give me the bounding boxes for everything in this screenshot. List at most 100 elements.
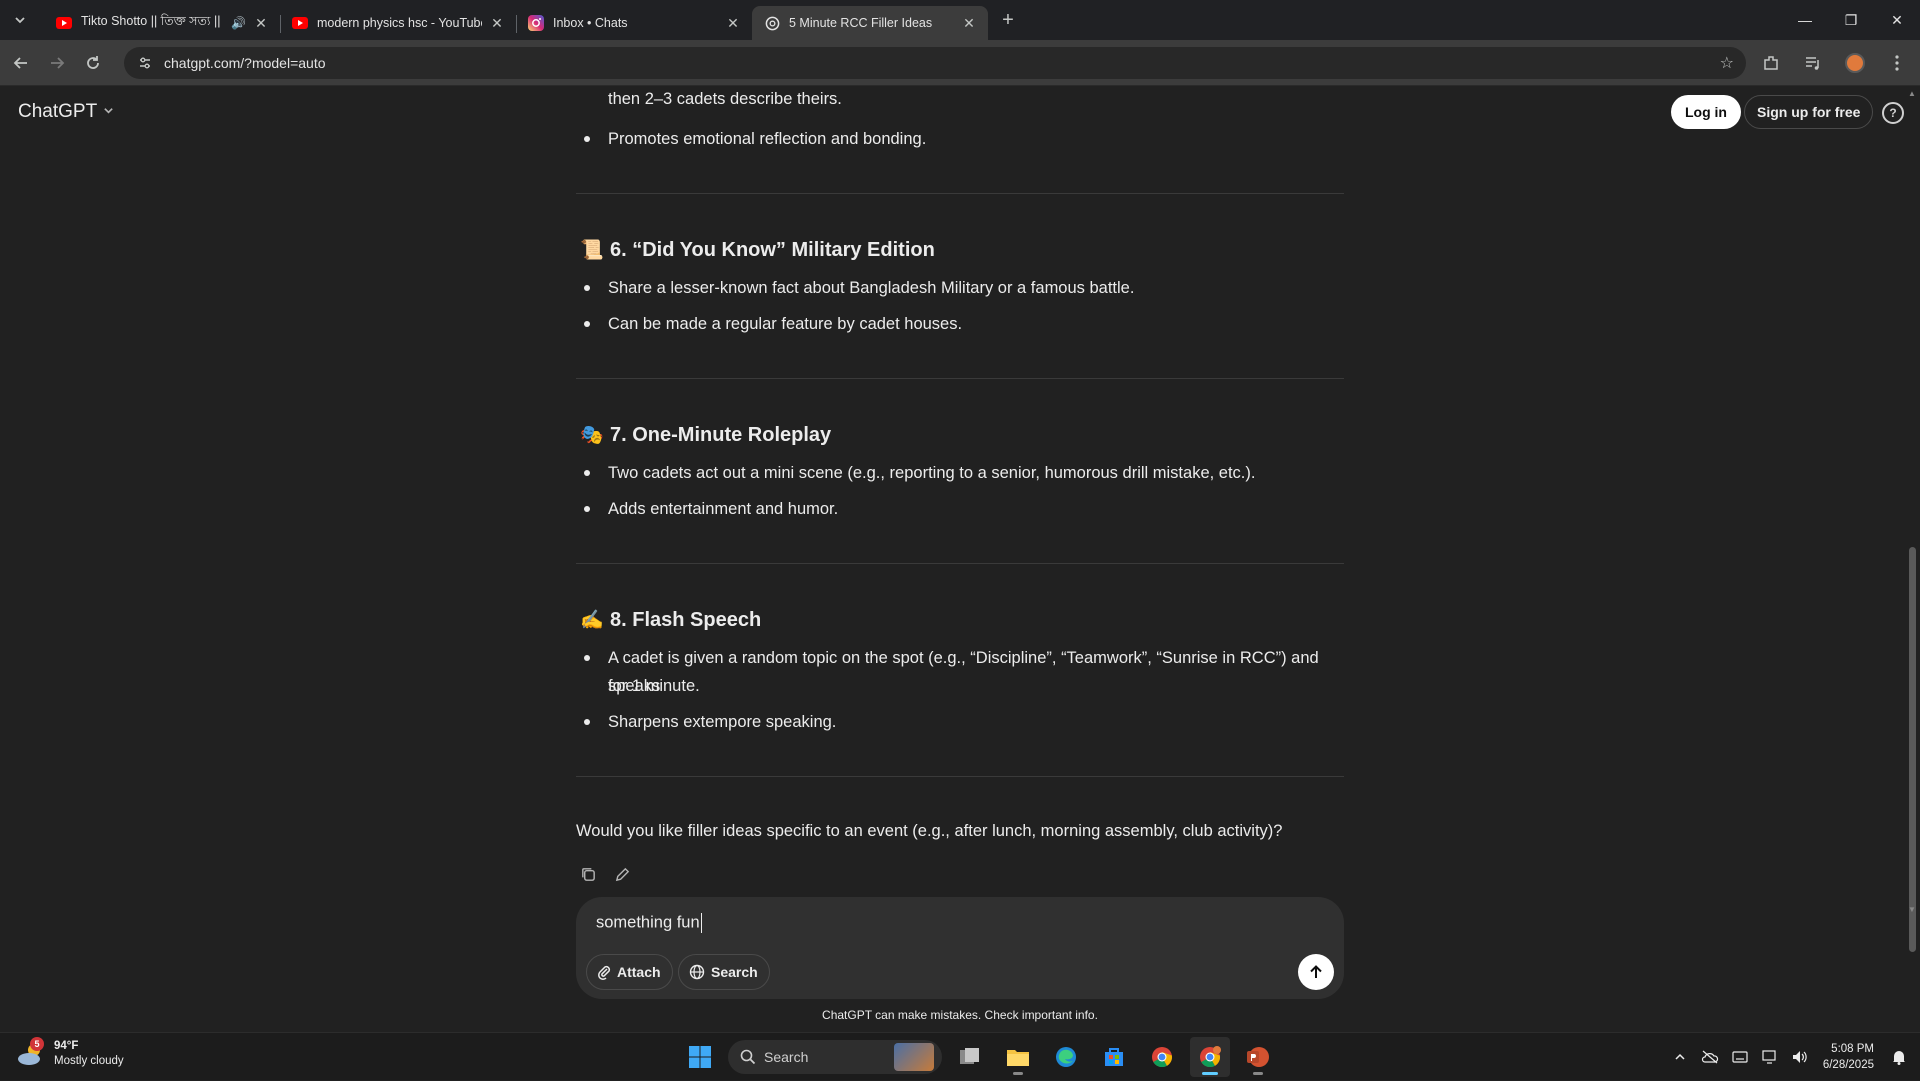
tab-title: 5 Minute RCC Filler Ideas — [789, 16, 933, 30]
list-item-continuation: for 1 minute. — [608, 677, 700, 695]
attach-label: Attach — [617, 964, 661, 980]
bookmark-star-icon[interactable]: ☆ — [1720, 53, 1734, 73]
taskbar-apps: Search — [680, 1037, 1278, 1077]
message-actions — [578, 864, 632, 884]
section-title: 7. One-Minute Roleplay — [610, 423, 832, 446]
section-title: 8. Flash Speech — [610, 608, 762, 631]
address-bar[interactable]: chatgpt.com/?model=auto ☆ — [124, 47, 1746, 79]
paperclip-icon — [598, 965, 611, 980]
speaker-icon[interactable]: 🔊 — [231, 16, 246, 30]
list-item: A cadet is given a random topic on the s… — [608, 649, 1319, 695]
system-tray: 5:08 PM 6/28/2025 — [1665, 1033, 1920, 1081]
scroll-emoji-icon: 📜 — [580, 240, 604, 261]
bullet-dot — [584, 719, 590, 725]
profile-avatar[interactable] — [1838, 46, 1872, 80]
kebab-menu-icon[interactable] — [1880, 46, 1914, 80]
browser-toolbar: chatgpt.com/?model=auto ☆ — [0, 40, 1920, 86]
search-icon — [740, 1049, 756, 1065]
reload-button[interactable] — [76, 46, 110, 80]
tab-chatgpt-active[interactable]: 5 Minute RCC Filler Ideas ✕ — [752, 6, 988, 40]
keyboard-icon[interactable] — [1725, 1051, 1755, 1063]
notification-bell-icon[interactable] — [1884, 1049, 1914, 1065]
close-tab-icon[interactable]: ✕ — [724, 14, 742, 32]
extensions-icon[interactable] — [1754, 46, 1788, 80]
page-scrollbar[interactable]: ▲ ▼ — [1905, 87, 1920, 1032]
scrollbar-thumb[interactable] — [1909, 547, 1916, 952]
close-window-icon[interactable]: ✕ — [1874, 0, 1920, 40]
clock[interactable]: 5:08 PM 6/28/2025 — [1815, 1041, 1884, 1073]
scroll-up-icon[interactable]: ▲ — [1908, 89, 1916, 98]
chevron-down-icon — [15, 17, 25, 24]
section-divider — [576, 193, 1344, 194]
window-controls: — ❐ ✕ — [1782, 0, 1920, 40]
masks-emoji-icon: 🎭 — [580, 425, 604, 446]
reload-icon — [87, 55, 99, 69]
model-selector[interactable]: ChatGPT — [18, 101, 114, 123]
task-view-icon — [960, 1048, 979, 1064]
login-button[interactable]: Log in — [1671, 95, 1741, 129]
cloud-icon: 5 — [16, 1037, 46, 1069]
chrome-button[interactable] — [1142, 1037, 1182, 1077]
globe-icon — [689, 964, 705, 980]
bullet-dot — [584, 285, 590, 291]
powerpoint-button[interactable] — [1238, 1037, 1278, 1077]
windows-taskbar: 5 94°F Mostly cloudy Search 5:08 PM 6/28… — [0, 1032, 1920, 1080]
section-title: 6. “Did You Know” Military Edition — [610, 238, 935, 261]
url-text: chatgpt.com/?model=auto — [164, 55, 326, 71]
cloud-off-icon[interactable] — [1695, 1050, 1725, 1064]
weather-widget[interactable]: 5 94°F Mostly cloudy — [16, 1037, 124, 1069]
disclaimer-text: ChatGPT can make mistakes. Check importa… — [822, 1008, 1098, 1022]
list-item: Adds entertainment and humor. — [608, 500, 839, 518]
windows-logo-icon — [689, 1046, 711, 1068]
close-tab-icon[interactable]: ✕ — [252, 14, 270, 32]
edit-pencil-icon[interactable] — [612, 864, 632, 884]
taskbar-search[interactable]: Search — [728, 1040, 942, 1074]
store-icon — [1105, 1048, 1123, 1066]
forward-button[interactable] — [40, 46, 74, 80]
chatgpt-icon — [764, 15, 780, 31]
chrome-icon — [1152, 1047, 1173, 1068]
chatgpt-header: ChatGPT Log in Sign up for free ? — [0, 87, 1905, 139]
tab-title: Tikto Shotto || তিক্ত সত্য || P — [81, 14, 226, 28]
search-button[interactable]: Search — [678, 954, 770, 990]
chrome-icon — [1200, 1046, 1221, 1068]
section-divider — [576, 378, 1344, 379]
tab-title: modern physics hsc - YouTube — [317, 16, 482, 30]
help-icon[interactable]: ? — [1882, 102, 1904, 124]
tab-instagram-inbox[interactable]: Inbox • Chats ✕ — [516, 6, 752, 40]
prompt-input[interactable]: something fun — [596, 913, 702, 933]
powerpoint-icon — [1247, 1047, 1269, 1067]
volume-icon[interactable] — [1785, 1050, 1815, 1064]
close-tab-icon[interactable]: ✕ — [960, 14, 978, 32]
text-caret — [700, 913, 702, 933]
chrome-profile-button[interactable] — [1190, 1037, 1230, 1077]
chevron-up-icon[interactable] — [1665, 1051, 1695, 1063]
file-explorer-button[interactable] — [998, 1037, 1038, 1077]
arrow-up-icon — [1310, 965, 1322, 978]
bullet-dot — [584, 655, 590, 661]
new-tab-button[interactable]: + — [994, 6, 1022, 34]
tab-youtube-physics[interactable]: modern physics hsc - YouTube ✕ — [280, 6, 517, 40]
media-control-icon[interactable] — [1796, 46, 1830, 80]
network-icon[interactable] — [1755, 1050, 1785, 1064]
site-info-icon[interactable] — [134, 52, 156, 74]
edge-button[interactable] — [1046, 1037, 1086, 1077]
tab-youtube-tikto[interactable]: Tikto Shotto || তিক্ত সত্য || P 🔊 ✕ — [44, 6, 281, 40]
scroll-down-icon[interactable]: ▼ — [1908, 905, 1916, 914]
start-button[interactable] — [680, 1037, 720, 1077]
restore-icon[interactable]: ❐ — [1828, 0, 1874, 40]
back-button[interactable] — [4, 46, 38, 80]
brand-name: ChatGPT — [18, 101, 98, 122]
store-button[interactable] — [1094, 1037, 1134, 1077]
attach-button[interactable]: Attach — [586, 954, 673, 990]
section-heading: 🎭 7. One-Minute Roleplay — [580, 423, 831, 447]
signup-button[interactable]: Sign up for free — [1744, 95, 1874, 129]
active-indicator — [1202, 1072, 1218, 1075]
task-view-button[interactable] — [950, 1037, 990, 1077]
minimize-icon[interactable]: — — [1782, 0, 1828, 40]
close-tab-icon[interactable]: ✕ — [488, 14, 506, 32]
copy-icon[interactable] — [578, 864, 598, 884]
tab-search-button[interactable] — [6, 6, 34, 34]
bullet-dot — [584, 321, 590, 327]
send-button[interactable] — [1298, 954, 1334, 990]
